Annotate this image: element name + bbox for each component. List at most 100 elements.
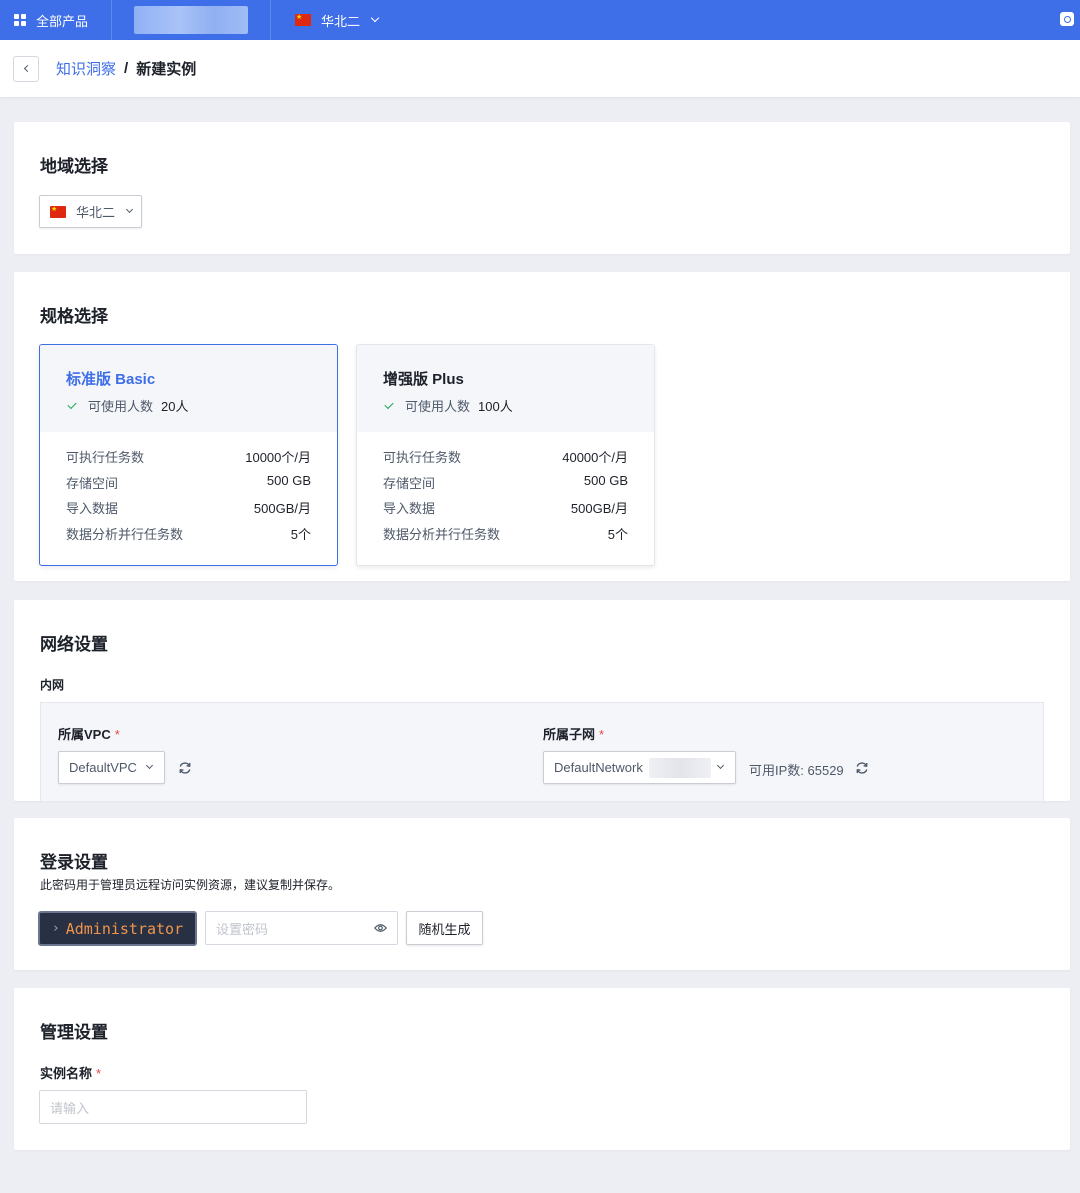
check-icon (67, 399, 77, 409)
required-mark: * (96, 1066, 102, 1081)
subnet-id-redacted (648, 757, 711, 778)
network-section: 网络设置 内网 所属VPC * DefaultVPC 所属子网 * DefaultN… (14, 600, 1070, 801)
plan-spec-row: 存储空间 500 GB (66, 473, 311, 492)
login-section-title: 登录设置 (40, 853, 108, 872)
refresh-icon[interactable] (178, 761, 192, 775)
subnet-select[interactable]: DefaultNetwork (543, 751, 736, 784)
manage-section: 管理设置 实例名称 * 请输入 (14, 988, 1070, 1150)
chevron-down-icon (145, 761, 154, 770)
region-select[interactable]: 华北二 (39, 195, 142, 228)
network-section-title: 网络设置 (40, 635, 108, 654)
plan-spec-row: 数据分析并行任务数 5个 (66, 524, 311, 543)
username-label: Administrator (65, 919, 184, 938)
breadcrumb-bar: 知识洞察 / 新建实例 (0, 40, 1080, 97)
username-administrator-button[interactable]: › Administrator (38, 911, 197, 946)
plan-users: 可使用人数 100人 (384, 396, 513, 415)
spec-key: 存储空间 (66, 476, 119, 491)
back-button[interactable] (13, 55, 39, 82)
spec-value: 10000个/月 (245, 450, 311, 465)
spec-value: 500 GB (583, 473, 628, 488)
password-input[interactable]: 设置密码 (205, 911, 398, 945)
intranet-label: 内网 (40, 678, 65, 692)
plan-spec-row: 导入数据 500GB/月 (383, 498, 628, 517)
vpc-label: 所属VPC * (58, 724, 120, 743)
spec-section-title: 规格选择 (40, 307, 108, 326)
plan-name: 增强版 Plus (383, 371, 464, 388)
spec-value: 5个 (607, 527, 628, 542)
required-mark: * (599, 727, 605, 742)
spec-key: 可执行任务数 (383, 450, 462, 465)
plan-users-value: 100人 (478, 399, 513, 414)
plan-card-basic[interactable]: 标准版 Basic 可使用人数 20人 可执行任务数 10000个/月 存储空间 5… (39, 344, 338, 566)
region-switcher-label: 华北二 (321, 13, 361, 29)
plan-spec-row: 可执行任务数 10000个/月 (66, 447, 311, 466)
region-select-value: 华北二 (76, 205, 116, 220)
instance-name-placeholder: 请输入 (50, 1100, 90, 1116)
eye-icon[interactable] (374, 923, 387, 933)
plan-spec-row: 数据分析并行任务数 5个 (383, 524, 628, 543)
chevron-down-icon (716, 761, 725, 770)
instance-name-input[interactable]: 请输入 (39, 1090, 307, 1124)
region-switcher[interactable]: 华北二 (295, 11, 380, 30)
vpc-label-text: 所属VPC (58, 727, 111, 742)
plan-spec-row: 导入数据 500GB/月 (66, 498, 311, 517)
china-flag-icon (295, 12, 311, 26)
chevron-right-icon: › (51, 921, 60, 936)
instance-name-label-text: 实例名称 (40, 1066, 93, 1081)
plan-name: 标准版 Basic (66, 371, 156, 388)
spec-key: 存储空间 (383, 476, 436, 491)
spec-key: 数据分析并行任务数 (383, 527, 501, 542)
china-flag-icon (50, 204, 66, 218)
spec-key: 导入数据 (383, 501, 436, 516)
check-icon (384, 399, 394, 409)
plan-card-plus[interactable]: 增强版 Plus 可使用人数 100人 可执行任务数 40000个/月 存储空间 5… (356, 344, 655, 566)
grid-icon (14, 14, 26, 26)
search-icon[interactable] (1060, 12, 1074, 26)
spec-value: 40000个/月 (562, 450, 628, 465)
plan-users-value: 20人 (161, 399, 189, 414)
plan-users-label: 可使用人数 (88, 399, 154, 414)
breadcrumb-parent-link[interactable]: 知识洞察 (56, 58, 116, 79)
all-products-label: 全部产品 (36, 13, 89, 29)
login-description: 此密码用于管理员远程访问实例资源，建议复制并保存。 (40, 878, 341, 892)
page-title: 新建实例 (136, 61, 197, 78)
vpc-select-value: DefaultVPC (69, 760, 137, 775)
instance-name-label: 实例名称 * (40, 1063, 101, 1082)
plan-users-label: 可使用人数 (405, 399, 471, 414)
divider (270, 0, 271, 40)
region-section-title: 地域选择 (40, 157, 108, 176)
subnet-select-value: DefaultNetwork (554, 760, 643, 775)
plan-spec-row: 可执行任务数 40000个/月 (383, 447, 628, 466)
random-generate-button[interactable]: 随机生成 (406, 911, 483, 945)
breadcrumb-separator: / (124, 60, 129, 77)
spec-value: 500 GB (266, 473, 311, 488)
spec-value: 5个 (290, 527, 311, 542)
subnet-label: 所属子网 * (543, 724, 604, 743)
required-mark: * (114, 727, 120, 742)
plan-users: 可使用人数 20人 (67, 396, 189, 415)
spec-value: 500GB/月 (253, 501, 311, 516)
all-products-menu[interactable]: 全部产品 (0, 0, 112, 40)
chevron-down-icon (370, 13, 380, 23)
login-section: 登录设置 此密码用于管理员远程访问实例资源，建议复制并保存。 › Adminis… (14, 818, 1070, 970)
spec-key: 数据分析并行任务数 (66, 527, 184, 542)
plan-spec-row: 存储空间 500 GB (383, 473, 628, 492)
subnet-label-text: 所属子网 (543, 727, 596, 742)
chevron-left-icon (23, 64, 31, 73)
plan-card-header: 增强版 Plus 可使用人数 100人 (357, 345, 654, 432)
spec-section: 规格选择 标准版 Basic 可使用人数 20人 可执行任务数 10000个/月 … (14, 272, 1070, 581)
plan-card-header: 标准版 Basic 可使用人数 20人 (40, 345, 337, 432)
chevron-down-icon (125, 205, 134, 214)
vpc-select[interactable]: DefaultVPC (58, 751, 165, 784)
refresh-icon[interactable] (855, 761, 869, 775)
region-section: 地域选择 华北二 (14, 122, 1070, 254)
available-ip-count: 可用IP数: 65529 (749, 763, 844, 778)
spec-value: 500GB/月 (570, 501, 628, 516)
password-placeholder: 设置密码 (216, 921, 269, 937)
spec-key: 可执行任务数 (66, 450, 145, 465)
network-config-panel: 所属VPC * DefaultVPC 所属子网 * DefaultNetwork 可… (40, 702, 1044, 801)
account-name-redacted[interactable] (134, 6, 248, 34)
top-navigation-bar: 全部产品 华北二 (0, 0, 1080, 40)
manage-section-title: 管理设置 (40, 1023, 108, 1042)
spec-key: 导入数据 (66, 501, 119, 516)
